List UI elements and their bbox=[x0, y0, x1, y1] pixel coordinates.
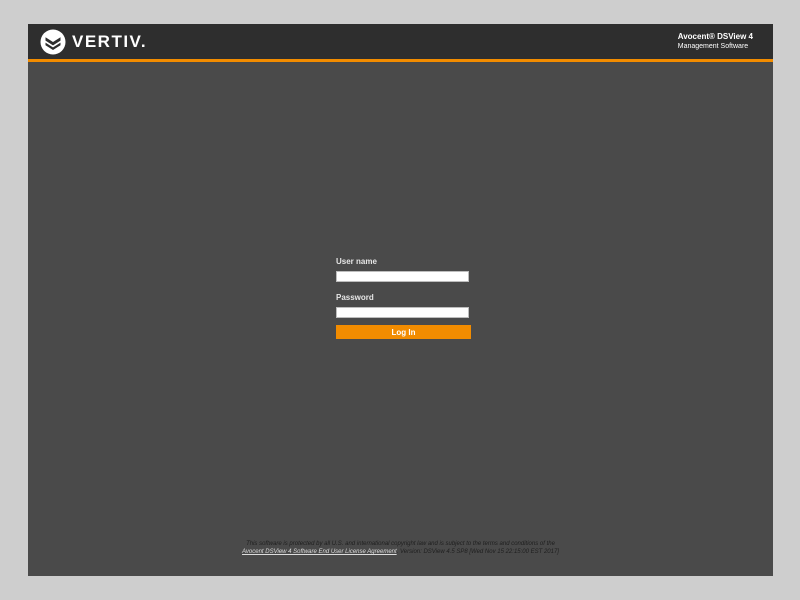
header-bar: VERTIV. Avocent® DSView 4 Management Sof… bbox=[28, 24, 773, 59]
version-text: . Version: DSView 4.5 SP8 [Wed Nov 15 22… bbox=[396, 549, 559, 555]
legal-footer: This software is protected by all U.S. a… bbox=[28, 540, 773, 556]
password-label: Password bbox=[336, 293, 374, 302]
license-line: Avocent DSView 4 Software End User Licen… bbox=[28, 548, 773, 556]
vertiv-chevron-logo-icon bbox=[40, 29, 66, 55]
brand-logo: VERTIV. bbox=[40, 29, 147, 55]
app-frame: VERTIV. Avocent® DSView 4 Management Sof… bbox=[28, 24, 773, 576]
login-button[interactable]: Log In bbox=[336, 325, 471, 339]
field-spacer bbox=[336, 282, 472, 293]
login-form: User name Password Log In bbox=[336, 257, 472, 339]
product-name: Avocent® DSView 4 bbox=[677, 32, 753, 41]
copyright-notice: This software is protected by all U.S. a… bbox=[246, 541, 555, 547]
brand-name: VERTIV. bbox=[72, 32, 148, 51]
password-input[interactable] bbox=[336, 307, 469, 318]
product-title: Avocent® DSView 4 Management Software bbox=[678, 32, 753, 52]
username-label: User name bbox=[336, 257, 377, 266]
product-subtitle: Management Software bbox=[677, 43, 749, 50]
header-accent-rule bbox=[28, 59, 773, 62]
username-input[interactable] bbox=[336, 271, 469, 282]
license-agreement-link[interactable]: Avocent DSView 4 Software End User Licen… bbox=[242, 549, 397, 555]
